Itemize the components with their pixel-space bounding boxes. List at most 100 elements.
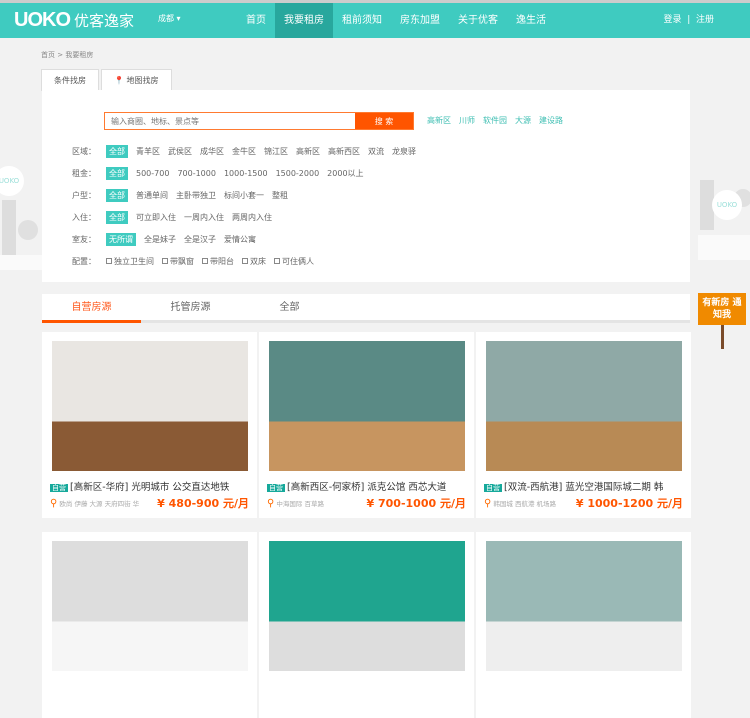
nav-about[interactable]: 关于优客 bbox=[449, 3, 507, 38]
location-pin-icon: ⚲ bbox=[267, 498, 275, 509]
filter-option[interactable]: 锦江区 bbox=[264, 146, 288, 157]
config-checkbox[interactable]: 带飘窗 bbox=[162, 256, 194, 267]
city-selector[interactable]: 成都 ▾ bbox=[158, 13, 181, 24]
header: UOKO 优客逸家 成都 ▾ 首页 我要租房 租前须知 房东加盟 关于优客 逸生活… bbox=[0, 3, 750, 38]
hot-keyword[interactable]: 高新区 bbox=[427, 115, 451, 126]
nav-life[interactable]: 逸生活 bbox=[507, 3, 555, 38]
logo-cn: 优客逸家 bbox=[74, 13, 135, 30]
filter-option[interactable]: 武侯区 bbox=[168, 146, 192, 157]
self-operated-badge: 自营 bbox=[484, 484, 502, 492]
filter-option[interactable]: 高新西区 bbox=[328, 146, 360, 157]
filter-option[interactable]: 双流 bbox=[368, 146, 384, 157]
nav-notice[interactable]: 租前须知 bbox=[333, 3, 391, 38]
filter-option[interactable]: 700-1000 bbox=[177, 169, 216, 178]
filter-option[interactable]: 两周内入住 bbox=[232, 212, 272, 223]
listing-card[interactable] bbox=[259, 532, 474, 718]
nav-rent[interactable]: 我要租房 bbox=[275, 3, 333, 38]
logo-text: UOKO bbox=[14, 9, 71, 31]
filter-row: 室友： 无所谓 全是妹子 全是汉子 爱情公寓 bbox=[72, 233, 256, 246]
listing-photo[interactable] bbox=[486, 541, 682, 671]
listing-price: ¥ 480-900 元/月 bbox=[157, 497, 249, 510]
filter-option[interactable]: 主卧带独卫 bbox=[176, 190, 216, 201]
filter-option[interactable]: 青羊区 bbox=[136, 146, 160, 157]
filter-option[interactable]: 龙泉驿 bbox=[392, 146, 416, 157]
listing-card[interactable]: 自营 [双流-西航港] 蓝光空港国际城二期 韩 ⚲ 韩国城 西航港 机场路 ¥ 1… bbox=[476, 332, 691, 518]
listing-title[interactable]: 自营 [高新西区-何家桥] 派克公馆 西芯大道 bbox=[267, 479, 467, 493]
search-input[interactable] bbox=[105, 113, 355, 129]
listing-title[interactable]: 自营 [高新区-华府] 光明城市 公交直达地铁 bbox=[50, 479, 250, 493]
filter-option[interactable]: 全部 bbox=[106, 145, 128, 158]
listing-card[interactable] bbox=[42, 532, 257, 718]
filter-label: 租金： bbox=[72, 169, 96, 178]
hot-keyword[interactable]: 建设路 bbox=[539, 115, 563, 126]
tab-managed[interactable]: 托管房源 bbox=[141, 294, 240, 320]
config-checkbox[interactable]: 独立卫生间 bbox=[106, 256, 154, 267]
filter-option[interactable]: 金牛区 bbox=[232, 146, 256, 157]
listing-location: ⚲ 欧尚 伊藤 大源 天府四街 华 bbox=[50, 498, 140, 509]
config-checkbox[interactable]: 带阳台 bbox=[202, 256, 234, 267]
filter-option[interactable]: 无所谓 bbox=[106, 233, 136, 246]
right-decoration: UOKO bbox=[698, 160, 750, 270]
filter-option[interactable]: 全是汉子 bbox=[184, 234, 216, 245]
listing-photo[interactable] bbox=[52, 341, 248, 471]
filter-option[interactable]: 全是妹子 bbox=[144, 234, 176, 245]
filter-option[interactable]: 一周内入住 bbox=[184, 212, 224, 223]
search-bar: 搜 索 bbox=[104, 112, 414, 130]
listing-title[interactable]: 自营 [双流-西航港] 蓝光空港国际城二期 韩 bbox=[484, 479, 684, 493]
search-button[interactable]: 搜 索 bbox=[355, 113, 413, 129]
filter-option[interactable]: 全部 bbox=[106, 211, 128, 224]
filter-option[interactable]: 标间小套一 bbox=[224, 190, 264, 201]
nav-home[interactable]: 首页 bbox=[237, 3, 275, 38]
register-link[interactable]: 注册 bbox=[696, 15, 714, 25]
filter-option[interactable]: 爱情公寓 bbox=[224, 234, 256, 245]
notify-me-sign[interactable]: 有新房 通知我 bbox=[698, 293, 746, 325]
separator: | bbox=[687, 15, 691, 25]
listing-photo[interactable] bbox=[486, 341, 682, 471]
listing-photo[interactable] bbox=[269, 541, 465, 671]
filter-label: 入住： bbox=[72, 213, 96, 222]
hot-keyword[interactable]: 软件园 bbox=[483, 115, 507, 126]
sign-pole bbox=[721, 325, 724, 349]
filter-option[interactable]: 全部 bbox=[106, 189, 128, 202]
tab-filter-search[interactable]: 条件找房 bbox=[41, 69, 99, 91]
filter-option[interactable]: 高新区 bbox=[296, 146, 320, 157]
listing-location: ⚲ 中海国际 百草路 bbox=[267, 498, 324, 509]
filter-option[interactable]: 1000-1500 bbox=[224, 169, 268, 178]
tab-self-operated[interactable]: 自营房源 bbox=[42, 294, 141, 323]
hot-keyword[interactable]: 川师 bbox=[459, 115, 475, 126]
listing-location: ⚲ 韩国城 西航港 机场路 bbox=[484, 498, 557, 509]
filter-option[interactable]: 全部 bbox=[106, 167, 128, 180]
search-mode-tabs: 条件找房 📍 地图找房 bbox=[41, 69, 172, 91]
nav-landlord[interactable]: 房东加盟 bbox=[391, 3, 449, 38]
listing-card[interactable]: 自营 [高新西区-何家桥] 派克公馆 西芯大道 ⚲ 中海国际 百草路 ¥ 700-… bbox=[259, 332, 474, 518]
filter-row: 租金： 全部 500-700 700-1000 1000-1500 1500-2000 20… bbox=[72, 167, 364, 180]
filter-label: 区域： bbox=[72, 147, 96, 156]
filter-row: 区域： 全部 青羊区 武侯区 成华区 金牛区 锦江区 高新区 高新西区 双流 龙泉驿 bbox=[72, 145, 416, 158]
tab-all[interactable]: 全部 bbox=[240, 294, 339, 320]
filter-row-config: 配置： 独立卫生间 带飘窗 带阳台 双床 可住俩人 bbox=[72, 256, 314, 267]
filter-option[interactable]: 普通单间 bbox=[136, 190, 168, 201]
filter-option[interactable]: 整租 bbox=[272, 190, 288, 201]
location-pin-icon: ⚲ bbox=[484, 498, 492, 509]
tab-label: 地图找房 bbox=[126, 76, 159, 85]
breadcrumb[interactable]: 首页 > 我要租房 bbox=[41, 50, 93, 60]
filter-option[interactable]: 2000以上 bbox=[327, 168, 363, 179]
main-nav: 首页 我要租房 租前须知 房东加盟 关于优客 逸生活 bbox=[237, 3, 555, 38]
listing-photo[interactable] bbox=[52, 541, 248, 671]
config-checkbox[interactable]: 双床 bbox=[242, 256, 266, 267]
config-checkbox[interactable]: 可住俩人 bbox=[274, 256, 314, 267]
hot-keyword[interactable]: 大源 bbox=[515, 115, 531, 126]
listing-card[interactable]: 自营 [高新区-华府] 光明城市 公交直达地铁 ⚲ 欧尚 伊藤 大源 天府四街 华… bbox=[42, 332, 257, 518]
filter-option[interactable]: 1500-2000 bbox=[276, 169, 320, 178]
listing-photo[interactable] bbox=[269, 341, 465, 471]
login-link[interactable]: 登录 bbox=[663, 15, 681, 25]
logo[interactable]: UOKO 优客逸家 bbox=[14, 9, 134, 32]
listing-card[interactable] bbox=[476, 532, 691, 718]
filter-option[interactable]: 500-700 bbox=[136, 169, 169, 178]
filter-option[interactable]: 可立即入住 bbox=[136, 212, 176, 223]
listing-price: ¥ 700-1000 元/月 bbox=[366, 497, 466, 510]
filter-option[interactable]: 成华区 bbox=[200, 146, 224, 157]
self-operated-badge: 自营 bbox=[50, 484, 68, 492]
tab-map-search[interactable]: 📍 地图找房 bbox=[101, 69, 172, 91]
location-pin-icon: 📍 bbox=[114, 76, 124, 85]
